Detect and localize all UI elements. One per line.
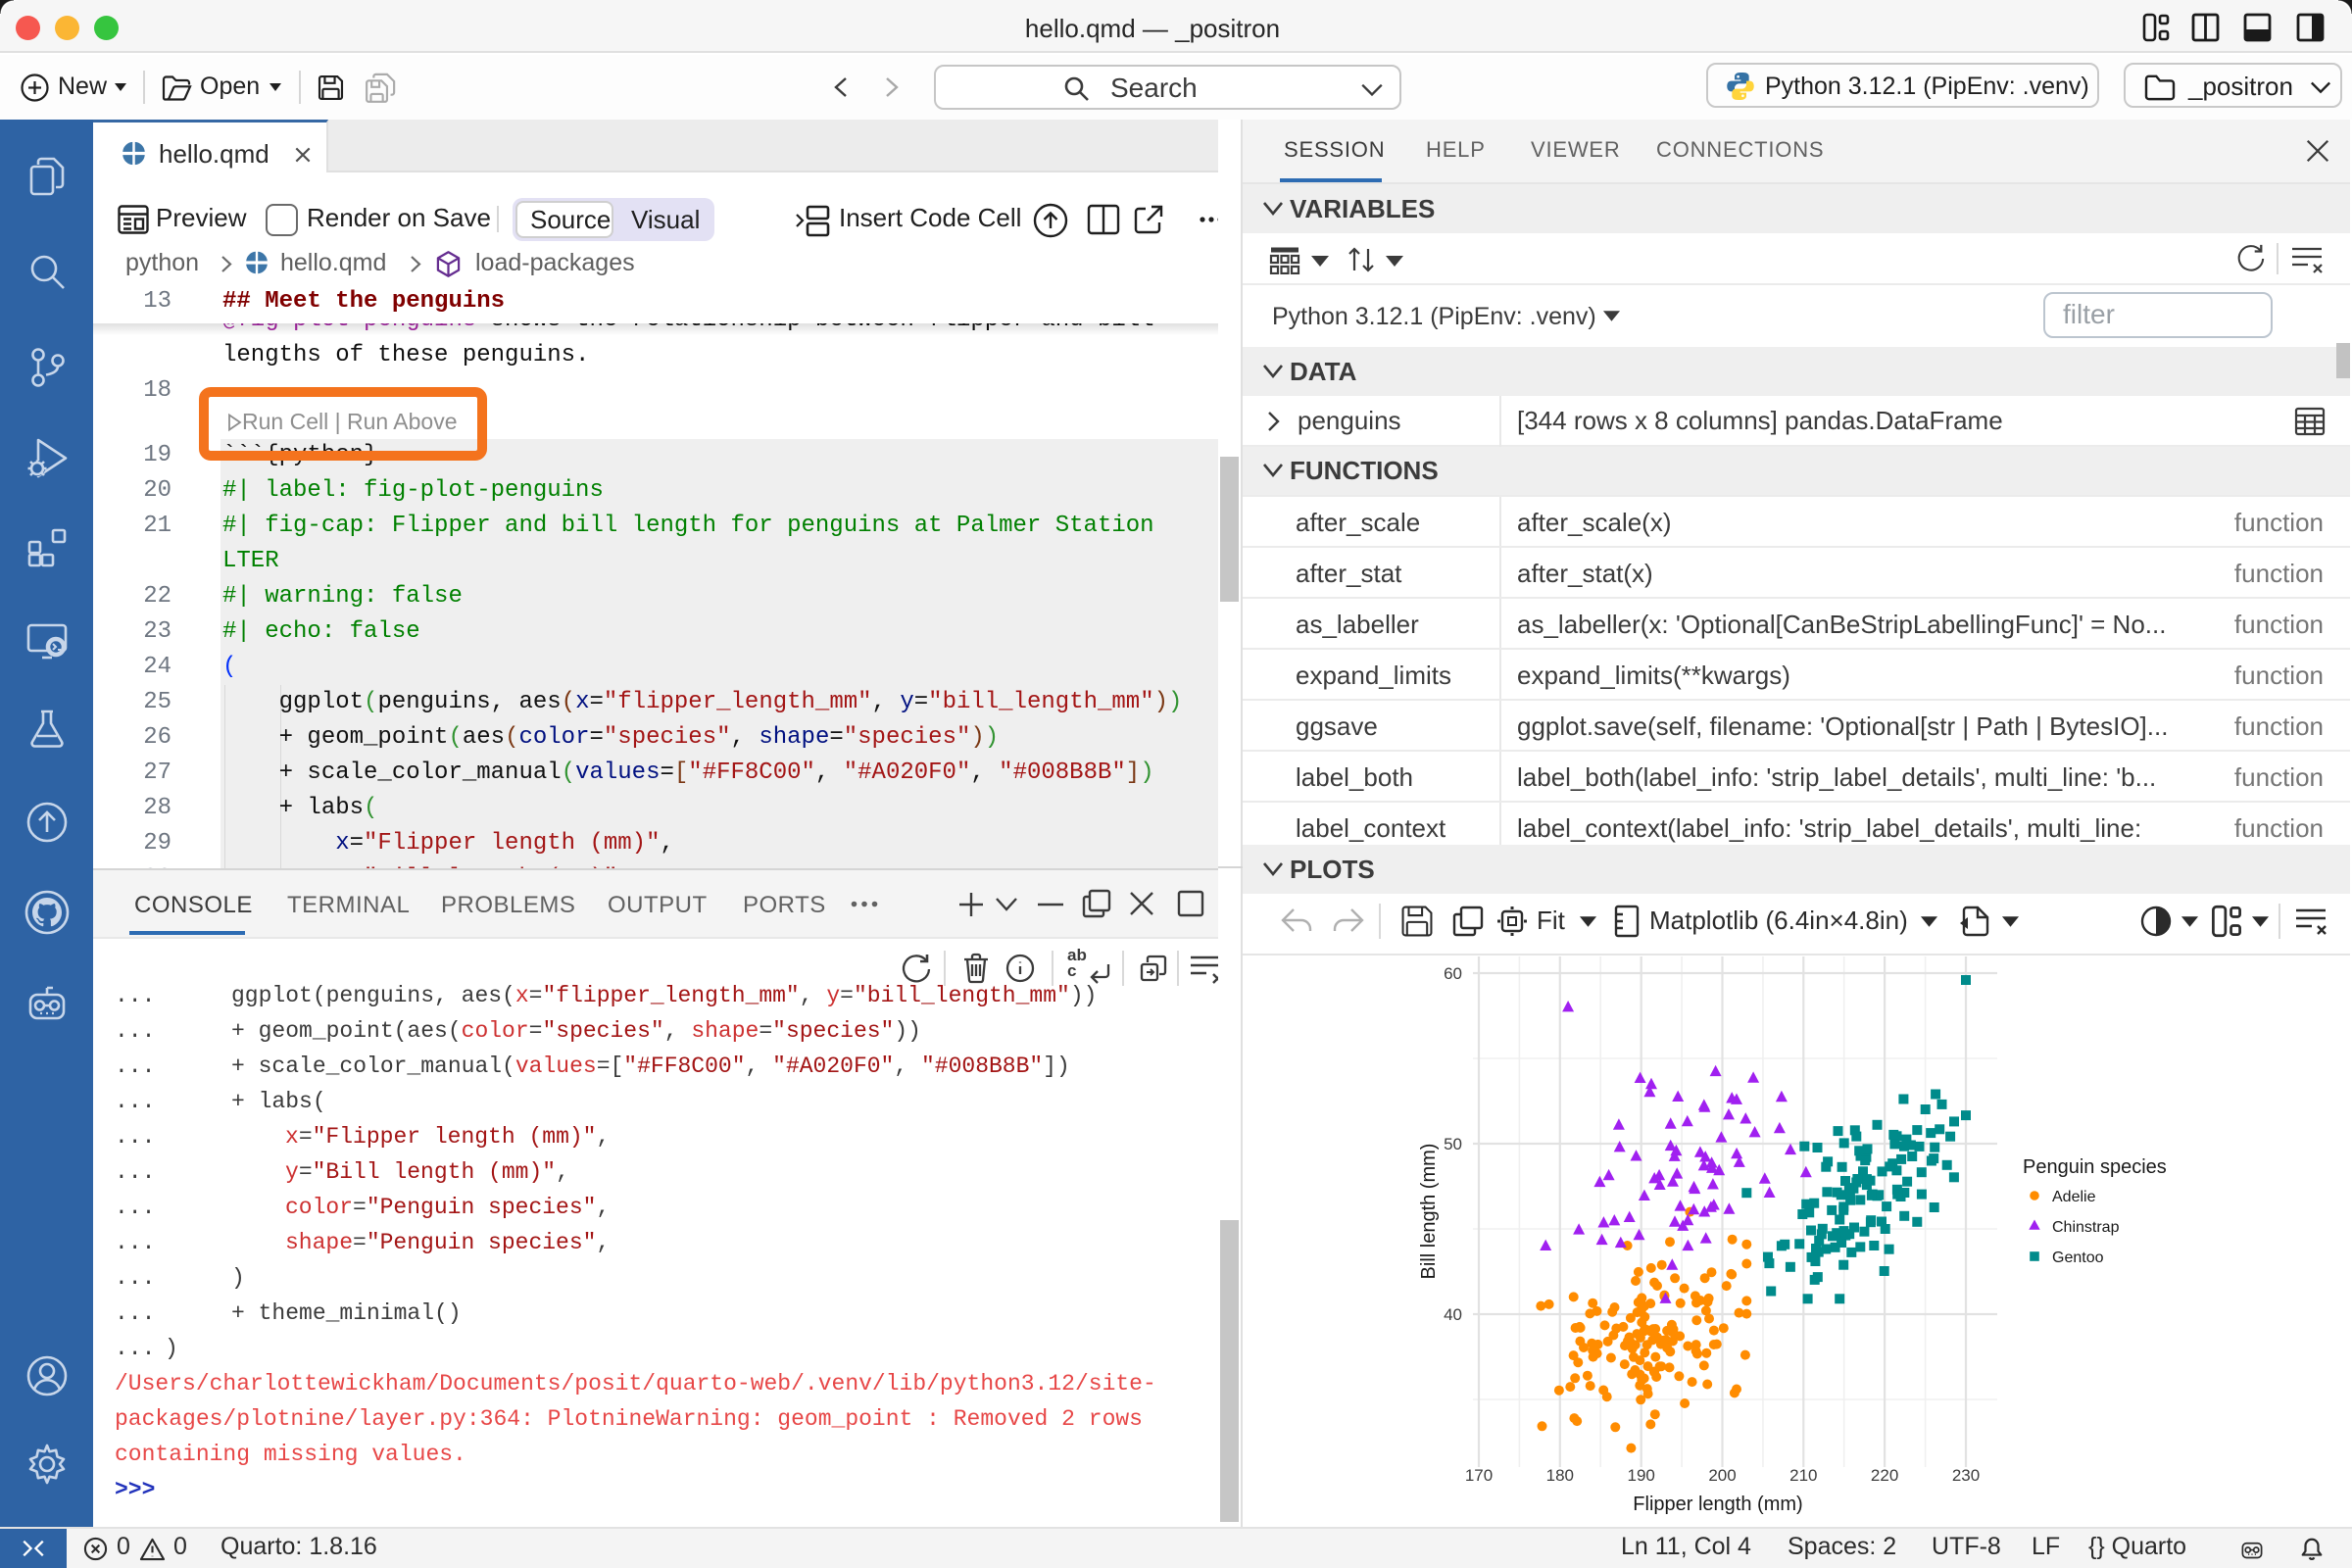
svg-text:200: 200 (1708, 1466, 1736, 1485)
svg-text:Penguin species: Penguin species (2023, 1156, 2167, 1178)
svg-text:40: 40 (1444, 1305, 1462, 1324)
svg-text:230: 230 (1952, 1466, 1980, 1485)
svg-text:Bill length (mm): Bill length (mm) (1418, 1144, 1440, 1280)
svg-text:Gentoo: Gentoo (2052, 1250, 2104, 1266)
svg-text:60: 60 (1444, 964, 1462, 983)
svg-text:50: 50 (1444, 1135, 1462, 1153)
svg-text:210: 210 (1789, 1466, 1817, 1485)
svg-text:220: 220 (1871, 1466, 1898, 1485)
svg-text:180: 180 (1546, 1466, 1574, 1485)
svg-text:Flipper length (mm): Flipper length (mm) (1633, 1494, 1802, 1515)
svg-text:Chinstrap: Chinstrap (2052, 1219, 2120, 1236)
svg-text:190: 190 (1628, 1466, 1655, 1485)
svg-text:Adelie: Adelie (2052, 1189, 2096, 1205)
svg-text:170: 170 (1465, 1466, 1493, 1485)
